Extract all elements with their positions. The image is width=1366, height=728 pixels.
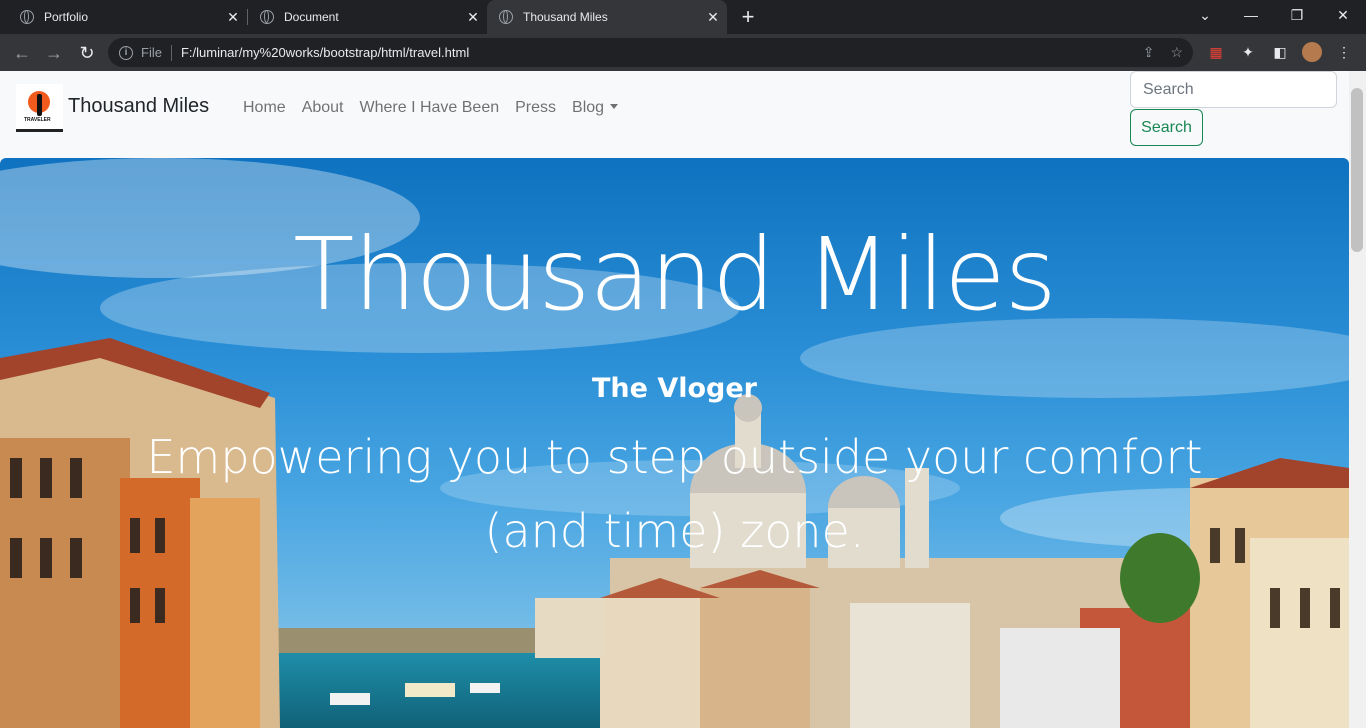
window-close-icon[interactable]: ✕	[1320, 0, 1366, 30]
back-icon[interactable]: ←	[8, 39, 36, 67]
nav-link-home[interactable]: Home	[243, 99, 286, 117]
globe-icon	[20, 10, 34, 24]
tab-search-icon[interactable]: ⌄	[1182, 0, 1228, 30]
close-icon[interactable]: ✕	[463, 9, 483, 26]
globe-icon	[499, 10, 513, 24]
brand-logo[interactable]: TRAVELER	[16, 84, 63, 132]
web-page: TRAVELER Thousand Miles Home About Where…	[0, 71, 1366, 728]
browser-toolbar: ← → ↻ i File F:/luminar/my%20works/boots…	[0, 34, 1366, 71]
tab-thousand-miles[interactable]: Thousand Miles ✕	[487, 0, 727, 34]
tab-title: Thousand Miles	[523, 10, 608, 24]
page-scrollbar[interactable]	[1349, 71, 1366, 728]
nav-link-about[interactable]: About	[302, 99, 344, 117]
nav-link-press[interactable]: Press	[515, 99, 556, 117]
tab-title: Document	[284, 10, 339, 24]
tab-title: Portfolio	[44, 10, 89, 24]
globe-icon	[260, 10, 274, 24]
bookmark-star-icon[interactable]: ☆	[1170, 44, 1183, 61]
info-icon[interactable]: i	[119, 45, 133, 60]
dropdown-label: Blog	[572, 99, 605, 116]
tab-portfolio[interactable]: Portfolio ✕	[0, 0, 247, 34]
scrollbar-thumb[interactable]	[1351, 88, 1363, 252]
logo-text: TRAVELER	[24, 117, 51, 123]
url-text[interactable]: F:/luminar/my%20works/bootstrap/html/tra…	[181, 45, 469, 60]
profile-avatar[interactable]	[1302, 42, 1322, 62]
side-panel-icon[interactable]: ◧	[1270, 42, 1290, 62]
minimize-icon[interactable]: —	[1228, 0, 1274, 30]
menu-kebab-icon[interactable]: ⋮	[1334, 42, 1354, 62]
brand-name[interactable]: Thousand Miles	[68, 95, 209, 118]
url-divider	[170, 44, 172, 61]
nav-link-where-i-have-been[interactable]: Where I Have Been	[360, 99, 500, 117]
hero-subtitle: The Vloger	[591, 373, 757, 404]
new-tab-button[interactable]: +	[736, 4, 760, 30]
extensions-puzzle-icon[interactable]: ✦	[1238, 42, 1258, 62]
close-icon[interactable]: ✕	[703, 9, 723, 26]
search-input[interactable]: Search	[1130, 71, 1337, 108]
nav-dropdown-blog[interactable]: Blog	[572, 99, 619, 117]
forward-icon[interactable]: →	[40, 39, 68, 67]
search-button[interactable]: Search	[1130, 109, 1203, 146]
hero-tagline: Empowering you to step outside your comf…	[146, 430, 1203, 558]
browser-tab-strip: Portfolio ✕ Document ✕ Thousand Miles ✕ …	[0, 0, 1366, 34]
hero-title: Thousand Miles	[293, 216, 1057, 333]
url-scheme-label: File	[141, 45, 162, 60]
main-nav: Home About Where I Have Been Press Blog	[243, 99, 619, 117]
tab-document[interactable]: Document ✕	[240, 0, 487, 34]
share-icon[interactable]: ⇪	[1143, 44, 1155, 61]
extension-icon[interactable]: ▦	[1206, 42, 1226, 62]
hero-banner: Thousand Miles The Vloger Empowering you…	[0, 158, 1349, 728]
restore-icon[interactable]: ❐	[1274, 0, 1320, 30]
reload-icon[interactable]: ↻	[73, 39, 101, 67]
logo-traveler	[37, 94, 42, 116]
caret-down-icon	[610, 104, 619, 109]
address-bar[interactable]: i File F:/luminar/my%20works/bootstrap/h…	[108, 38, 1193, 67]
